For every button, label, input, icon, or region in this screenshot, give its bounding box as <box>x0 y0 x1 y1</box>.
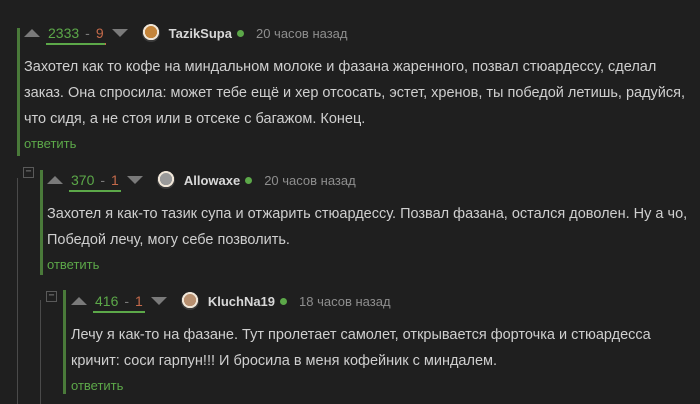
timestamp[interactable]: 20 часов назад <box>264 173 356 188</box>
comment-branch-bar <box>17 28 20 156</box>
reply-link[interactable]: ответить <box>47 257 692 272</box>
rating-bar <box>46 43 106 45</box>
comment-text: Захотел я как-то тазик супа и отжарить с… <box>47 201 692 253</box>
comment-text-line: Лечу я как-то на фазане. Тут пролетает с… <box>71 327 651 343</box>
reply-link[interactable]: ответить <box>24 136 694 151</box>
rating-up: 370 <box>71 172 95 188</box>
comment: 416 - 1 KluchNa19 18 часов назад Лечу я … <box>71 290 691 393</box>
online-status-icon <box>245 176 253 184</box>
rating-up: 416 <box>95 293 119 309</box>
downvote-arrow-icon[interactable] <box>150 297 167 305</box>
rating: 370 - 1 <box>69 171 121 192</box>
thread-line <box>40 300 41 404</box>
comment-text-line: Захотел как то кофе на миндальном молоке… <box>24 59 657 75</box>
comment-text-line: Победой лечу, могу себе позволить. <box>47 232 290 248</box>
rating-separator: - <box>100 172 106 188</box>
reply-link[interactable]: ответить <box>71 378 691 393</box>
rating-bar <box>69 190 121 192</box>
comment-header: 2333 - 9 TazikSupa 20 часов назад <box>24 22 694 45</box>
comment-text-line: Захотел я как-то тазик супа и отжарить с… <box>47 206 688 222</box>
online-status-icon <box>280 297 288 305</box>
comment-text: Захотел как то кофе на миндальном молоке… <box>24 54 694 132</box>
rating-separator: - <box>85 25 90 41</box>
comment-branch-bar <box>63 290 66 394</box>
rating-down: 1 <box>111 172 119 188</box>
comment: 2333 - 9 TazikSupa 20 часов назад Захоте… <box>24 22 694 151</box>
upvote-arrow-icon[interactable] <box>47 176 63 184</box>
rating: 416 - 1 <box>93 292 145 313</box>
timestamp[interactable]: 18 часов назад <box>299 294 391 309</box>
upvote-arrow-icon[interactable] <box>24 29 40 37</box>
rating-bar-fill <box>46 43 106 45</box>
online-status-icon <box>236 29 244 37</box>
collapse-thread-button[interactable]: − <box>23 167 34 178</box>
comment-text-line: кричит: соси гарпун!!! И бросила в меня … <box>71 353 498 369</box>
upvote-arrow-icon[interactable] <box>71 297 87 305</box>
comment-header: 370 - 1 Allowaxe 20 часов назад <box>47 169 692 192</box>
comment-text-line: что сидя, а не стоя или в отсеке с багаж… <box>24 111 366 127</box>
comment-branch-bar <box>40 170 43 275</box>
avatar[interactable] <box>156 171 175 189</box>
username[interactable]: KluchNa19 <box>208 294 275 309</box>
username[interactable]: TazikSupa <box>169 26 232 41</box>
comment-text-line: заказ. Она спросила: может тебе ещё и хе… <box>24 85 686 101</box>
comment-text: Лечу я как-то на фазане. Тут пролетает с… <box>71 322 691 374</box>
timestamp[interactable]: 20 часов назад <box>256 26 348 41</box>
rating-down: 1 <box>135 293 143 309</box>
downvote-arrow-icon[interactable] <box>126 176 143 184</box>
rating: 2333 - 9 <box>46 24 106 45</box>
thread-line <box>17 178 18 404</box>
comment: 370 - 1 Allowaxe 20 часов назад Захотел … <box>47 169 692 272</box>
comment-header: 416 - 1 KluchNa19 18 часов назад <box>71 290 691 313</box>
rating-down: 9 <box>95 25 104 41</box>
avatar[interactable] <box>180 292 199 310</box>
rating-separator: - <box>124 293 130 309</box>
avatar[interactable] <box>141 24 160 42</box>
downvote-arrow-icon[interactable] <box>111 29 128 37</box>
rating-up: 2333 <box>48 25 80 41</box>
rating-bar-fill <box>69 190 121 192</box>
username[interactable]: Allowaxe <box>184 173 240 188</box>
rating-bar-fill <box>93 311 145 313</box>
collapse-thread-button[interactable]: − <box>46 291 57 302</box>
rating-bar <box>93 311 145 313</box>
